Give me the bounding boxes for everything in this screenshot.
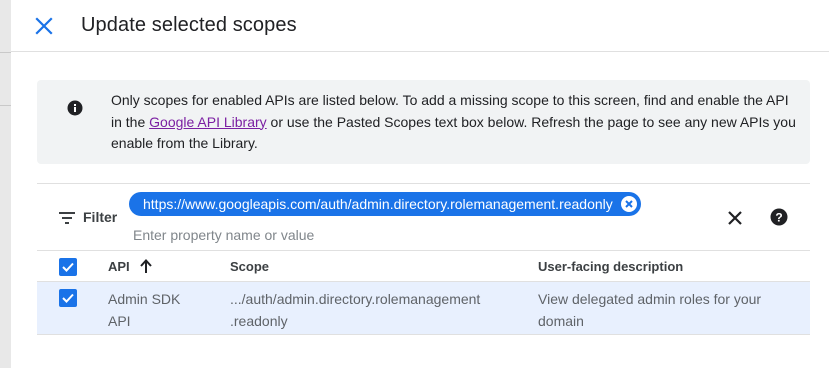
api-line-2: API <box>108 313 131 329</box>
cancel-circle-icon[interactable] <box>620 195 638 213</box>
api-cell: Admin SDK API <box>108 288 218 332</box>
scope-line-2: .readonly <box>230 313 288 329</box>
scope-cell: .../auth/admin.directory.rolemanagement.… <box>230 288 520 332</box>
google-api-library-link[interactable]: Google API Library <box>149 114 267 130</box>
description-line-2: domain <box>538 313 584 329</box>
filter-bar: Filter https://www.googleapis.com/auth/a… <box>37 183 810 251</box>
dialog-title: Update selected scopes <box>81 14 297 36</box>
arrow-upward-icon[interactable] <box>138 258 154 274</box>
filter-input[interactable] <box>133 224 693 246</box>
info-icon <box>67 100 83 116</box>
select-all-checkbox[interactable] <box>59 258 77 276</box>
column-header-description: User-facing description <box>538 259 684 274</box>
description-cell: View delegated admin roles for your domai… <box>538 288 798 332</box>
close-icon[interactable] <box>31 13 57 39</box>
column-header-api[interactable]: API <box>108 259 130 274</box>
info-banner: Only scopes for enabled APIs are listed … <box>37 80 810 164</box>
filter-icon[interactable] <box>59 211 75 224</box>
filter-chip-text: https://www.googleapis.com/auth/admin.di… <box>143 196 613 212</box>
row-checkbox[interactable] <box>59 289 77 307</box>
filter-label: Filter <box>83 209 118 225</box>
svg-text:?: ? <box>775 211 782 225</box>
scope-line-1: .../auth/admin.directory.rolemanagement <box>230 291 481 307</box>
description-line-1: View delegated admin roles for your <box>538 291 762 307</box>
table-row[interactable]: Admin SDK API .../auth/admin.directory.ro… <box>37 282 810 335</box>
api-line-1: Admin SDK <box>108 291 181 307</box>
clear-filter-icon[interactable] <box>725 208 745 228</box>
info-message: Only scopes for enabled APIs are listed … <box>111 90 801 155</box>
dialog-header: Update selected scopes <box>11 0 829 52</box>
table-header-row: API Scope User-facing description <box>37 251 810 282</box>
column-header-scope: Scope <box>230 259 270 274</box>
filter-chip[interactable]: https://www.googleapis.com/auth/admin.di… <box>129 192 641 216</box>
help-icon[interactable]: ? <box>770 208 788 226</box>
background-page-edge <box>0 0 11 368</box>
scopes-table: API Scope User-facing description Admin … <box>37 251 810 335</box>
